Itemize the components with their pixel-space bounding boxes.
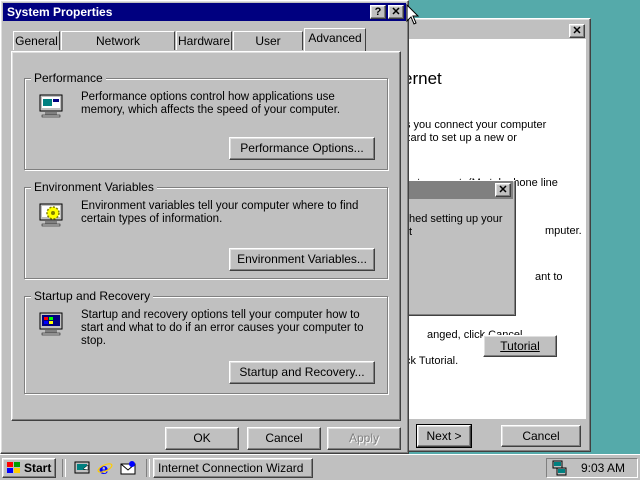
environment-gear-icon (39, 203, 63, 227)
dialog-titlebar[interactable]: System Properties ? ✕ (3, 3, 406, 21)
tab-advanced[interactable]: Advanced (304, 28, 366, 51)
windows-logo-icon (7, 462, 20, 473)
wizard-text-line: zard to set up a new or (405, 132, 517, 144)
show-desktop-icon[interactable] (74, 460, 90, 476)
environment-variables-description: Environment variables tell your computer… (81, 200, 359, 225)
tab-general[interactable]: General (13, 31, 60, 50)
close-icon: ✕ (572, 25, 582, 37)
network-connection-icon[interactable] (551, 460, 567, 476)
ok-button[interactable]: OK (165, 427, 239, 450)
environment-variables-group-title: Environment Variables (31, 180, 157, 194)
environment-variables-group: Environment Variables Environment variab… (24, 180, 388, 279)
system-properties-dialog[interactable]: System Properties ? ✕ General Network Id… (0, 0, 409, 454)
task-internet-connection-wizard[interactable]: Internet Connection Wizard (153, 458, 313, 478)
wizard-popup-dialog[interactable]: ✕ hed setting up your t (404, 180, 516, 316)
close-icon: ✕ (391, 6, 401, 18)
taskbar-separator (62, 459, 66, 477)
wizard-text-line: s you connect your computer (405, 119, 547, 131)
system-tray: 9:03 AM (546, 458, 638, 478)
dialog-title: System Properties (7, 5, 113, 19)
wizard-text-line: ant to (535, 271, 563, 283)
start-button[interactable]: Start (2, 458, 56, 478)
performance-group-title: Performance (31, 71, 106, 85)
environment-variables-button[interactable]: Environment Variables... (229, 248, 375, 271)
mouse-cursor-icon (406, 4, 420, 25)
taskbar-separator (146, 459, 150, 477)
performance-group: Performance Performance options control … (24, 71, 388, 170)
wizard-cancel-button[interactable]: Cancel (501, 425, 581, 447)
tab-network-identification[interactable]: Network Identification (61, 31, 175, 66)
start-label: Start (24, 461, 52, 475)
performance-monitor-icon (39, 94, 63, 118)
tab-hardware[interactable]: Hardware (176, 31, 232, 50)
startup-recovery-group: Startup and Recovery Startup and recover… (24, 289, 388, 394)
wizard-text-line: mputer. (545, 225, 582, 237)
outlook-express-icon[interactable] (120, 460, 136, 476)
help-button[interactable]: ? (370, 5, 386, 19)
startup-recovery-description: Startup and recovery options tell your c… (81, 309, 364, 347)
performance-description: Performance options control how applicat… (81, 91, 341, 116)
clock[interactable]: 9:03 AM (581, 459, 625, 477)
help-icon: ? (374, 6, 382, 18)
next-button[interactable]: Next > (416, 424, 472, 448)
wizard-text-line: ck Tutorial. (405, 355, 459, 367)
popup-close-button[interactable]: ✕ (495, 183, 511, 197)
wizard-close-button[interactable]: ✕ (569, 24, 585, 38)
tab-user-profiles[interactable]: User Profiles (233, 31, 303, 66)
close-icon: ✕ (498, 184, 508, 196)
cancel-button[interactable]: Cancel (247, 427, 321, 450)
tutorial-button[interactable]: Tutorial (483, 335, 557, 357)
taskbar: Start e Internet Connection Wizard 9:03 … (0, 454, 640, 480)
startup-monitor-icon (39, 312, 63, 336)
dialog-close-button[interactable]: ✕ (388, 5, 404, 19)
performance-options-button[interactable]: Performance Options... (229, 137, 375, 160)
internet-explorer-icon[interactable]: e (97, 460, 113, 476)
popup-text-line: hed setting up your (409, 213, 503, 225)
startup-recovery-group-title: Startup and Recovery (31, 289, 154, 303)
popup-text-line: t (409, 226, 413, 238)
startup-recovery-button[interactable]: Startup and Recovery... (229, 361, 375, 384)
advanced-tab-panel: Performance Performance options control … (11, 51, 401, 421)
apply-button[interactable]: Apply (327, 427, 401, 450)
